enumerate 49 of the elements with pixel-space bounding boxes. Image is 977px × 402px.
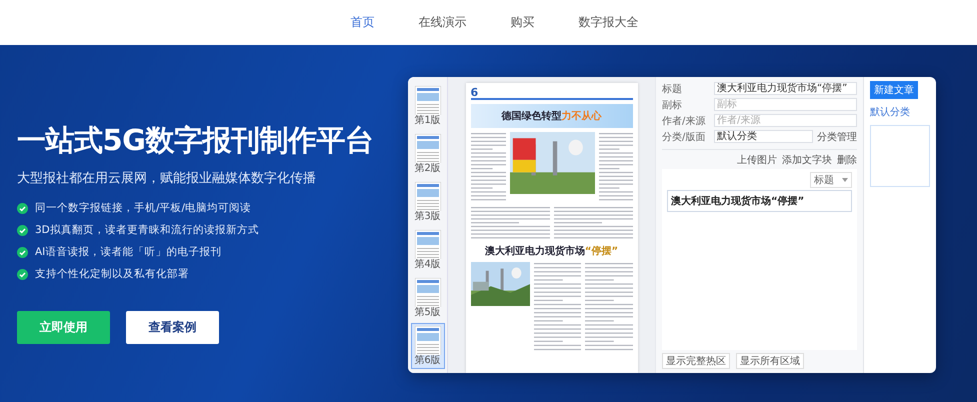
field-label: 副标 <box>662 98 683 112</box>
feature-text: 3D拟真翻页，读者更青睐和流行的读报新方式 <box>35 223 259 237</box>
headline: 德国绿色转型力不从心 <box>500 109 602 123</box>
headline: 澳大利亚电力现货市场“停摆” <box>484 244 620 258</box>
feature-text: 同一个数字报链接，手机/平板/电脑均可阅读 <box>35 201 252 215</box>
hero-title: 一站式5G数字报刊制作平台 <box>17 122 374 159</box>
page-thumbnail[interactable]: 第4版 <box>410 227 444 273</box>
nav-link[interactable]: 购买 <box>510 14 534 31</box>
toolbar-button[interactable]: 添加文字块 <box>782 153 832 167</box>
page-thumbnail[interactable]: 第5版 <box>410 275 444 321</box>
text-lines-drawing <box>599 132 632 202</box>
check-icon <box>17 224 28 236</box>
page-thumbnail[interactable]: 第6版 <box>410 323 444 369</box>
thumbnail-drawing <box>414 182 440 211</box>
thumbnail-drawing <box>414 278 440 307</box>
check-icon <box>17 268 28 280</box>
feature-text: AI语音读报，读者能「听」的电子报刊 <box>35 245 222 259</box>
text-lines-drawing <box>470 132 506 202</box>
block-type-select[interactable]: 标题 <box>810 172 852 188</box>
toggle-button[interactable]: 显示完整热区 <box>662 353 730 369</box>
toggle-button[interactable]: 显示所有区域 <box>736 353 804 369</box>
text-block[interactable]: 澳大利亚电力现货市场“停摆” <box>667 190 852 212</box>
section-number: 6 <box>470 87 478 98</box>
input-field[interactable]: 默认分类 <box>714 130 813 143</box>
new-article-button[interactable]: 新建文章 <box>870 81 918 99</box>
field-label: 分类/版面 <box>662 130 706 144</box>
page-thumbnail[interactable]: 第2版 <box>410 131 444 177</box>
cases-button[interactable]: 查看案例 <box>126 311 219 344</box>
thumbnail-drawing <box>414 230 440 259</box>
thumbnail-drawing <box>414 326 440 355</box>
hero-subtitle: 大型报社都在用云展网，赋能报业融媒体数字化传播 <box>17 170 317 187</box>
nav-link[interactable]: 数字报大全 <box>578 14 638 31</box>
page-thumbnail[interactable]: 第1版 <box>410 83 444 129</box>
page-thumbnail[interactable]: 第3版 <box>410 179 444 225</box>
nav-link[interactable]: 在线演示 <box>418 14 466 31</box>
toolbar-button[interactable]: 上传图片 <box>737 153 777 167</box>
thumbnail-drawing <box>414 86 440 115</box>
nav-link[interactable]: 首页 <box>350 14 374 31</box>
field-label: 标题 <box>662 82 683 96</box>
category-label: 默认分类 <box>870 106 911 119</box>
caret-icon <box>842 178 848 182</box>
category-box <box>870 125 930 187</box>
category-button[interactable]: 分类管理 <box>817 130 857 144</box>
toolbar-button[interactable]: 删除 <box>837 153 857 167</box>
feature-text: 支持个性化定制以及私有化部署 <box>35 267 189 281</box>
thumbnail-drawing <box>414 134 440 163</box>
check-icon <box>17 246 28 258</box>
field-label: 作者/来源 <box>662 114 706 128</box>
check-icon <box>17 202 28 214</box>
